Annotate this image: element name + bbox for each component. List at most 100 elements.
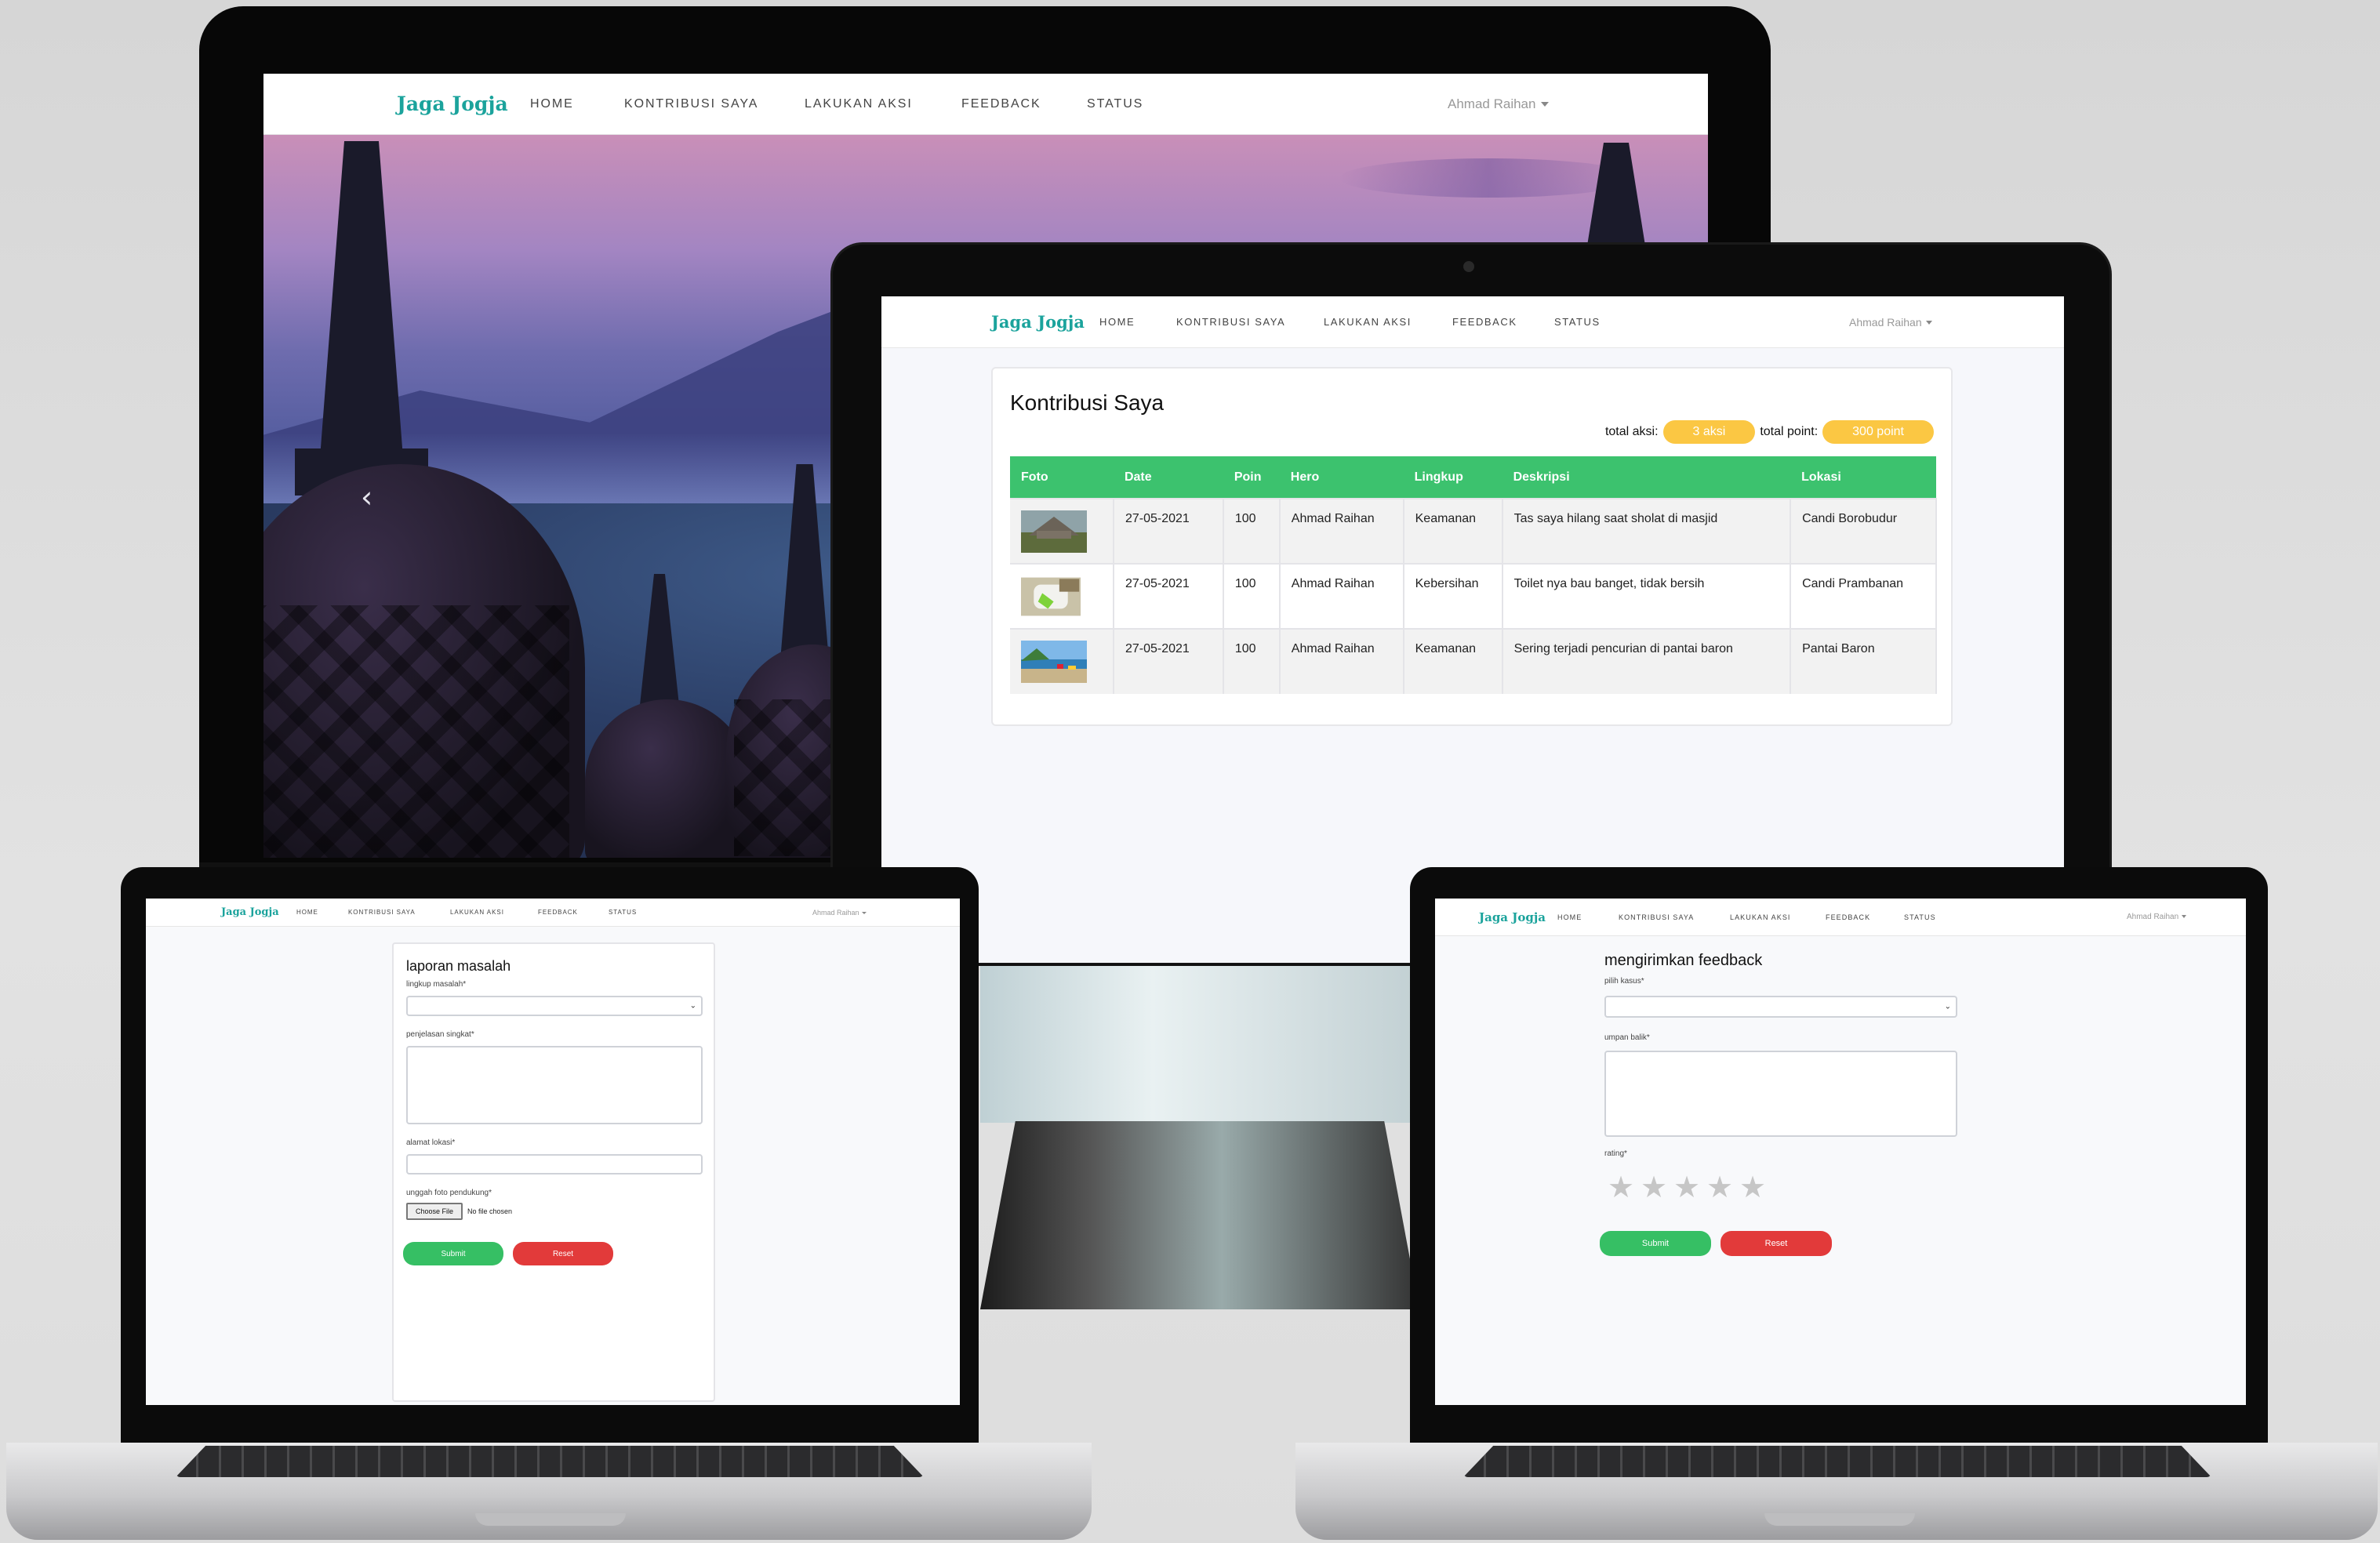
nav-kontribusi-saya[interactable]: KONTRIBUSI SAYA (1619, 913, 1694, 921)
total-aksi-badge: 3 aksi (1662, 420, 1756, 444)
nav-status[interactable]: STATUS (1554, 316, 1601, 328)
kasus-select[interactable]: ⌄ (1604, 996, 1957, 1018)
total-aksi-label: total aksi: (1604, 425, 1659, 438)
star-icon[interactable]: ★ (1608, 1170, 1634, 1204)
stats-bar: total aksi: 3 aksi total point: 300 poin… (1605, 420, 1934, 444)
nav-lakukan-aksi[interactable]: LAKUKAN AKSI (1324, 316, 1412, 328)
kasus-label: pilih kasus* (1604, 977, 1644, 986)
nav-status[interactable]: STATUS (1904, 913, 1936, 921)
user-name: Ahmad Raihan (2127, 913, 2179, 921)
col-deskripsi[interactable]: Deskripsi (1502, 456, 1791, 499)
beach-photo[interactable] (1021, 641, 1087, 683)
alamat-input[interactable] (406, 1154, 703, 1174)
caret-down-icon (862, 911, 867, 914)
deskripsi-cell: Toilet nya bau banget, tidak bersih (1502, 563, 1792, 629)
toilet-photo[interactable] (1021, 575, 1081, 618)
submit-button[interactable]: Submit (1600, 1231, 1711, 1256)
star-icon[interactable]: ★ (1739, 1170, 1766, 1204)
lokasi-cell: Pantai Baron (1790, 628, 1937, 694)
brand-logo[interactable]: Jaga Jogja (991, 312, 1085, 332)
tablet-screen: Jaga Jogja HOME KONTRIBUSI SAYA LAKUKAN … (881, 296, 2064, 963)
user-dropdown[interactable]: Ahmad Raihan (812, 909, 867, 917)
left-laptop-keyboard (176, 1446, 924, 1477)
col-poin[interactable]: Poin (1223, 456, 1280, 499)
poin-cell: 100 (1223, 628, 1281, 694)
total-point-badge: 300 point (1822, 420, 1934, 444)
kontribusi-table: Foto Date Poin Hero Lingkup Deskripsi Lo… (1010, 456, 1937, 694)
nav-home[interactable]: HOME (296, 909, 318, 916)
table-row[interactable]: 27-05-2021 100 Ahmad Raihan Keamanan Ser… (1010, 628, 1937, 694)
left-laptop-screen: Jaga Jogja HOME KONTRIBUSI SAYA LAKUKAN … (146, 899, 960, 1405)
col-lokasi[interactable]: Lokasi (1790, 456, 1936, 499)
brand-logo[interactable]: Jaga Jogja (221, 906, 279, 918)
deskripsi-cell: Sering terjadi pencurian di pantai baron (1502, 628, 1792, 694)
foto-cell (1010, 498, 1114, 564)
monitor-stand-foot (980, 1121, 1419, 1309)
lingkup-cell: Keamanan (1403, 628, 1503, 694)
chevron-down-icon: ⌄ (689, 1001, 696, 1011)
choose-file-button[interactable]: Choose File (406, 1203, 463, 1220)
col-foto[interactable]: Foto (1010, 456, 1114, 499)
reset-button[interactable]: Reset (513, 1242, 613, 1265)
nav-lakukan-aksi[interactable]: LAKUKAN AKSI (450, 909, 504, 916)
carousel-prev-icon[interactable]: ‹ (361, 480, 372, 514)
nav-lakukan-aksi[interactable]: LAKUKAN AKSI (1730, 913, 1791, 921)
right-laptop-keyboard (1463, 1446, 2211, 1477)
tablet-camera (1463, 261, 1474, 272)
nav-status[interactable]: STATUS (1087, 97, 1143, 111)
nav-kontribusi-saya[interactable]: KONTRIBUSI SAYA (348, 909, 416, 916)
caret-down-icon (1926, 321, 1933, 325)
umpan-textarea[interactable] (1604, 1051, 1957, 1137)
nav-home[interactable]: HOME (1557, 913, 1582, 921)
lokasi-cell: Candi Borobudur (1790, 498, 1937, 564)
navbar: Jaga Jogja HOME KONTRIBUSI SAYA LAKUKAN … (146, 899, 960, 927)
nav-feedback[interactable]: FEEDBACK (1826, 913, 1870, 921)
star-icon[interactable]: ★ (1673, 1170, 1700, 1204)
brand-logo[interactable]: Jaga Jogja (1479, 910, 1546, 924)
brand-logo[interactable]: Jaga Jogja (397, 93, 508, 115)
nav-kontribusi-saya[interactable]: KONTRIBUSI SAYA (1176, 316, 1285, 328)
distant-stupa-dome (585, 699, 750, 858)
nav-feedback[interactable]: FEEDBACK (961, 97, 1041, 111)
caret-down-icon (1541, 102, 1550, 107)
total-point-label: total point: (1760, 425, 1819, 438)
rating-label: rating* (1604, 1149, 1627, 1158)
col-lingkup[interactable]: Lingkup (1403, 456, 1502, 499)
date-cell: 27-05-2021 (1113, 498, 1224, 564)
alamat-label: alamat lokasi* (406, 1138, 456, 1147)
nav-feedback[interactable]: FEEDBACK (538, 909, 578, 916)
nav-home[interactable]: HOME (1099, 316, 1135, 328)
star-icon[interactable]: ★ (1641, 1170, 1667, 1204)
foto-cell (1010, 628, 1114, 694)
star-icon[interactable]: ★ (1706, 1170, 1733, 1204)
kontribusi-card: Kontribusi Saya total aksi: 3 aksi total… (991, 367, 1953, 726)
table-row[interactable]: 27-05-2021 100 Ahmad Raihan Keamanan Tas… (1010, 498, 1937, 564)
date-cell: 27-05-2021 (1113, 628, 1224, 694)
lingkup-select[interactable]: ⌄ (406, 996, 703, 1016)
submit-button[interactable]: Submit (403, 1242, 503, 1265)
caret-down-icon (2182, 915, 2187, 919)
penjelasan-label: penjelasan singkat* (406, 1030, 474, 1039)
user-dropdown[interactable]: Ahmad Raihan (2127, 913, 2187, 921)
nav-kontribusi-saya[interactable]: KONTRIBUSI SAYA (624, 97, 758, 111)
lokasi-cell: Candi Prambanan (1790, 563, 1937, 629)
user-name: Ahmad Raihan (1849, 315, 1922, 329)
table-header: Foto Date Poin Hero Lingkup Deskripsi Lo… (1010, 456, 1936, 499)
form-title: laporan masalah (406, 958, 511, 974)
date-cell: 27-05-2021 (1113, 563, 1224, 629)
table-row[interactable]: 27-05-2021 100 Ahmad Raihan Kebersihan T… (1010, 563, 1937, 629)
reset-button[interactable]: Reset (1721, 1231, 1832, 1256)
left-laptop-notch (475, 1513, 626, 1526)
penjelasan-textarea[interactable] (406, 1046, 703, 1124)
col-hero[interactable]: Hero (1279, 456, 1404, 499)
col-date[interactable]: Date (1113, 456, 1223, 499)
nav-feedback[interactable]: FEEDBACK (1452, 316, 1517, 328)
user-dropdown[interactable]: Ahmad Raihan (1849, 315, 1933, 329)
user-dropdown[interactable]: Ahmad Raihan (1448, 96, 1550, 112)
nav-home[interactable]: HOME (530, 97, 574, 111)
poin-cell: 100 (1223, 498, 1281, 564)
nav-lakukan-aksi[interactable]: LAKUKAN AKSI (805, 97, 913, 111)
nav-status[interactable]: STATUS (609, 909, 637, 916)
temple-photo[interactable] (1021, 510, 1087, 553)
user-name: Ahmad Raihan (1448, 96, 1536, 111)
